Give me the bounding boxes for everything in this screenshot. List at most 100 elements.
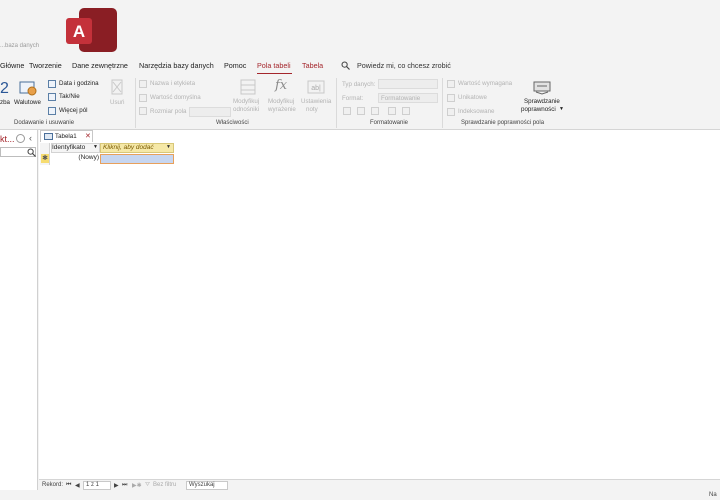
nav-menu-icon[interactable] [16,134,25,143]
column-header-id[interactable]: Identyfikato ▼ [51,143,100,153]
name-caption-button[interactable]: Nazwa i etykieta [150,80,195,87]
tab-external-data[interactable]: Dane zewnętrzne [72,61,128,70]
table-icon [44,133,53,140]
column-header-add[interactable]: Kliknij, aby dodać ▼ [100,143,174,153]
prev-record-icon[interactable]: ◀ [75,482,80,489]
name-caption-icon [139,80,147,88]
memo-settings-button[interactable]: Ustawienia [301,98,331,105]
currency-format-icon[interactable] [343,107,351,115]
chevron-down-icon[interactable]: ▼ [93,144,98,150]
column-header-label: Identyfikato [52,144,86,151]
memo-settings-icon: ab| [307,80,325,94]
collapse-pane-icon[interactable]: ‹ [29,133,32,143]
chevron-down-icon[interactable]: ▼ [166,144,171,150]
field-size-icon [139,107,147,115]
filter-status[interactable]: Bez filtru [153,482,176,488]
next-record-icon[interactable]: ▶ [114,482,119,489]
data-type-label: Typ danych: [342,81,376,88]
field-size-input[interactable] [189,107,231,117]
group-add-delete: Dodawanie i usuwanie [14,120,75,126]
group-properties: Właściwości [216,120,249,126]
format-value: Formatowanie [381,95,421,102]
ribbon: 2 zba Walutowe Data i godzina Tak/Nie Wi… [0,74,720,130]
nav-pane-title[interactable]: kt... [0,134,15,144]
currency-icon [19,81,37,96]
lookups-icon [240,79,256,95]
title-bar: A ...baza danych [0,0,720,55]
modify-lookups-label: odnośniki [233,106,260,113]
doc-tab-label: Tabela1 [55,133,77,140]
data-type-dropdown[interactable] [378,79,438,89]
nav-search-icon [27,148,36,157]
checkbox-icon [48,93,56,101]
selected-cell[interactable] [100,154,174,164]
validation-icon [533,81,551,95]
last-record-icon[interactable]: ⏭ [122,482,127,489]
unique-checkbox[interactable] [447,94,455,102]
delete-button[interactable]: Usuń [110,99,124,106]
modify-expression-button[interactable]: Modyfikuj [268,98,294,105]
unique-label: Unikatowe [458,94,487,101]
currency-button[interactable]: Walutowe [14,99,41,106]
chevron-down-icon: ▼ [559,106,564,112]
ribbon-separator [135,78,136,128]
memo-settings-label: noty [306,106,318,113]
tab-home[interactable]: Główne [0,61,24,70]
search-label: Wyszukaj [189,482,215,488]
record-position: 1 z 1 [86,482,100,488]
yes-no-button[interactable]: Tak/Nie [59,93,80,100]
svg-text:A: A [73,22,85,41]
more-fields-button[interactable]: Więcej pól [59,107,88,114]
record-navigation-bar: Rekord: ⏮ ◀ 1 z 1 ▶ ⏭ ▶✱ ⛛ Bez filtru Wy… [39,479,720,490]
doc-tab-table1[interactable]: Tabela1 ✕ [40,130,93,142]
validation-button-label: poprawności [521,106,556,113]
access-logo-icon: A [66,8,117,52]
tab-table-fields[interactable]: Pola tabeli [257,61,291,70]
close-icon[interactable]: ✕ [85,132,91,140]
group-validation: Sprawdzanie poprawności pola [461,120,545,126]
more-fields-icon [48,107,56,115]
tab-table[interactable]: Tabela [302,61,323,70]
indexed-label: Indeksowane [458,108,495,115]
tab-database-tools[interactable]: Narzędzia bazy danych [139,61,214,70]
number-field-icon[interactable]: 2 [0,80,9,98]
comma-format-icon[interactable] [371,107,379,115]
new-record-nav-icon[interactable]: ▶✱ [132,482,142,489]
group-formatting: Formatowanie [370,120,409,126]
number-field-button[interactable]: zba [0,99,10,106]
calendar-icon [48,80,56,88]
svg-text:ab|: ab| [311,85,321,92]
required-checkbox[interactable] [447,80,455,88]
format-label: Format: [342,95,364,102]
required-label: Wartość wymagana [458,80,513,87]
indexed-checkbox[interactable] [447,108,455,116]
validation-button[interactable]: Sprawdzanie [524,98,560,105]
tab-create[interactable]: Tworzenie [29,61,62,70]
tab-help[interactable]: Pomoc [224,61,246,70]
decrease-decimals-icon[interactable] [402,107,410,115]
default-value-button[interactable]: Wartość domyślna [150,94,201,101]
field-size-label: Rozmiar pola [150,108,187,115]
increase-decimals-icon[interactable] [388,107,396,115]
new-row-cell[interactable]: (Nowy) [51,154,100,164]
record-label: Rekord: [42,482,64,488]
first-record-icon[interactable]: ⏮ [66,482,71,489]
ribbon-separator [442,78,443,128]
ribbon-separator [336,78,337,128]
new-record-icon: ✱ [41,154,49,163]
modify-lookups-button[interactable]: Modyfikuj [233,98,259,105]
default-value-icon [139,94,147,102]
app-status-bar: Na [0,490,720,500]
tell-me-input[interactable]: Powiedz mi, co chcesz zrobić [357,61,451,70]
status-text: Na [709,492,717,498]
document-area [39,130,720,490]
expression-icon: fx [275,78,288,93]
search-icon [341,61,350,70]
window-title: ...baza danych [0,43,40,49]
modify-expression-label: wyrażenie [268,106,296,113]
percent-format-icon[interactable] [357,107,365,115]
delete-column-icon [111,79,123,95]
column-header-label: Kliknij, aby dodać [103,144,154,151]
date-time-button[interactable]: Data i godzina [59,80,99,87]
filter-icon: ⛛ [145,482,151,488]
